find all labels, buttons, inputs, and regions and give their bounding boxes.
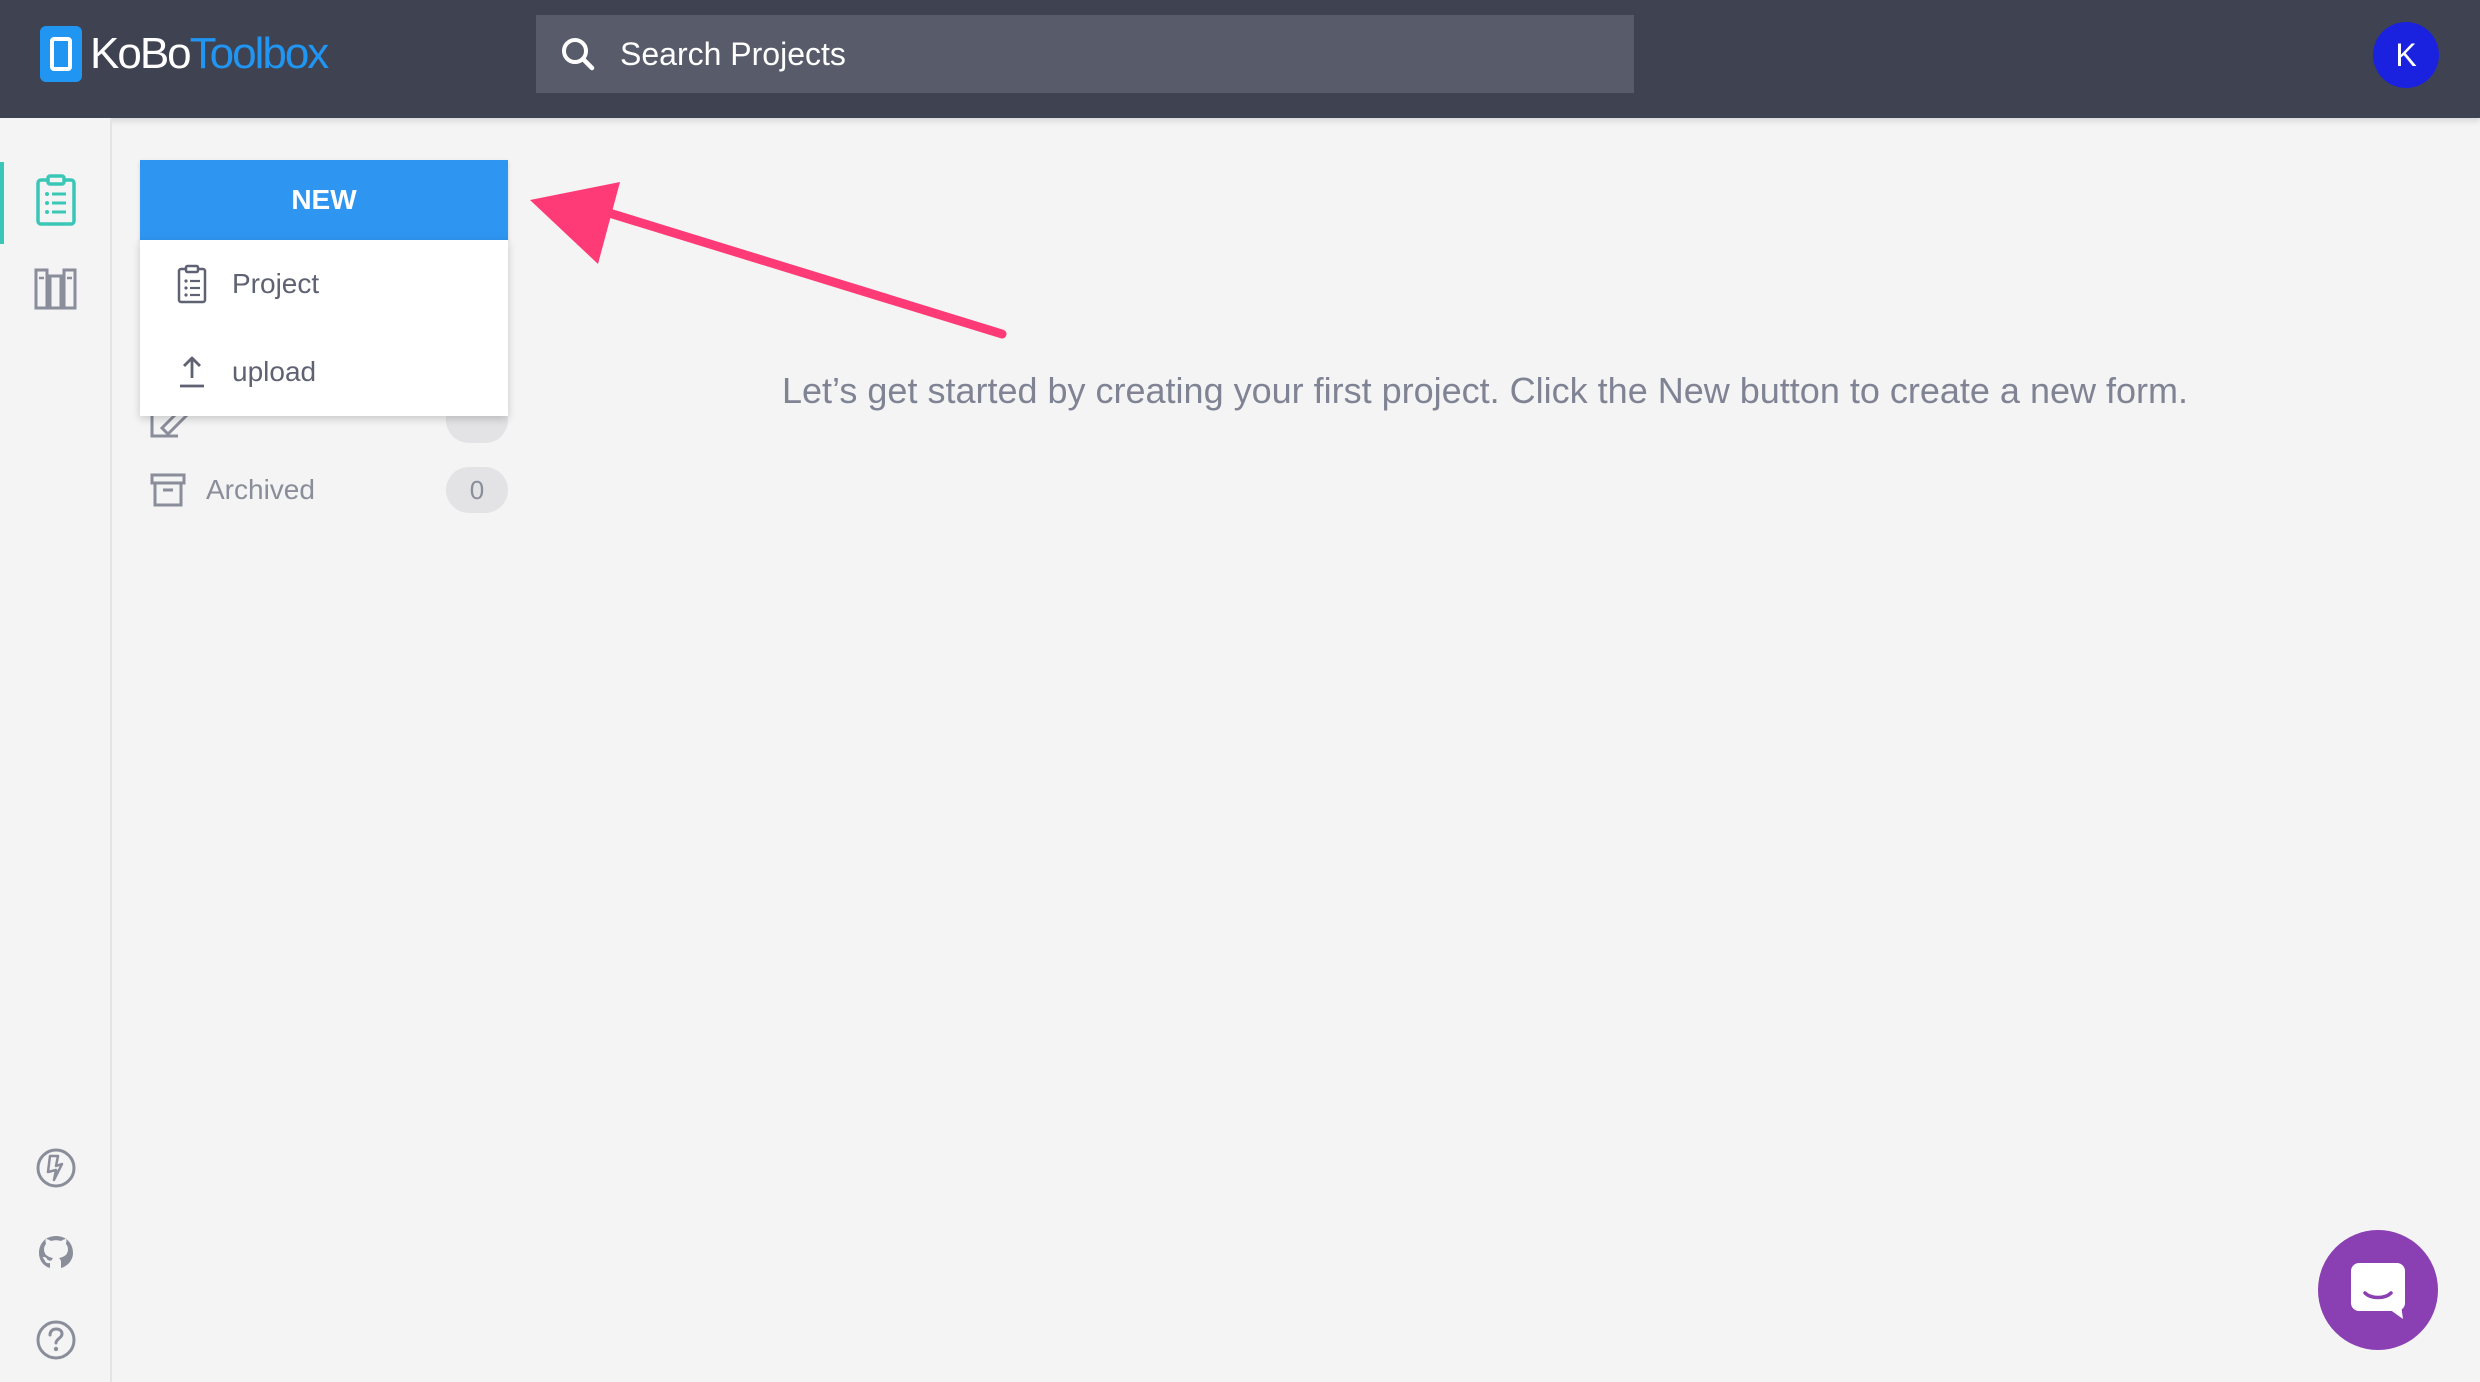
archived-count-badge: 0 <box>446 467 508 513</box>
active-indicator <box>0 162 4 244</box>
clipboard-icon <box>172 264 212 304</box>
upload-icon <box>172 352 212 392</box>
search-placeholder[interactable]: Search Projects <box>620 36 846 73</box>
menu-item-upload[interactable]: upload <box>140 328 508 416</box>
user-avatar[interactable]: K <box>2373 22 2439 88</box>
menu-item-label: Project <box>232 268 320 299</box>
chat-bubble-icon <box>2351 1263 2405 1319</box>
sidebar-item-label: Archived <box>206 474 315 505</box>
menu-item-label: upload <box>232 356 317 387</box>
support-icon[interactable] <box>30 1142 82 1194</box>
library-icon[interactable] <box>30 262 82 314</box>
projects-icon[interactable] <box>30 174 82 226</box>
logo-text: KoBoToolbox <box>90 26 330 82</box>
sidebar-item-archived[interactable]: Archived 0 <box>148 465 508 515</box>
search-icon <box>558 34 598 74</box>
new-button[interactable]: NEW <box>140 160 508 240</box>
chat-launcher-button[interactable] <box>2318 1230 2438 1350</box>
logo-text-toolbox: Toolbox <box>189 29 330 78</box>
search-projects-field[interactable]: Search Projects <box>536 15 1634 93</box>
empty-state-message: Let’s get started by creating your first… <box>782 370 2188 411</box>
logo-mark-icon <box>40 26 82 82</box>
archive-icon <box>150 473 186 507</box>
left-icon-rail <box>0 118 112 1382</box>
help-icon[interactable] <box>30 1314 82 1366</box>
github-icon[interactable] <box>30 1228 82 1280</box>
logo-text-kobo: KoBo <box>90 29 192 78</box>
new-dropdown-menu: Project upload <box>140 240 508 416</box>
top-header: KoBoToolbox Search Projects K <box>0 0 2480 118</box>
kobotoolbox-logo[interactable]: KoBoToolbox <box>40 24 330 84</box>
annotation-arrow-icon <box>530 182 1007 339</box>
menu-item-project[interactable]: Project <box>140 240 508 328</box>
